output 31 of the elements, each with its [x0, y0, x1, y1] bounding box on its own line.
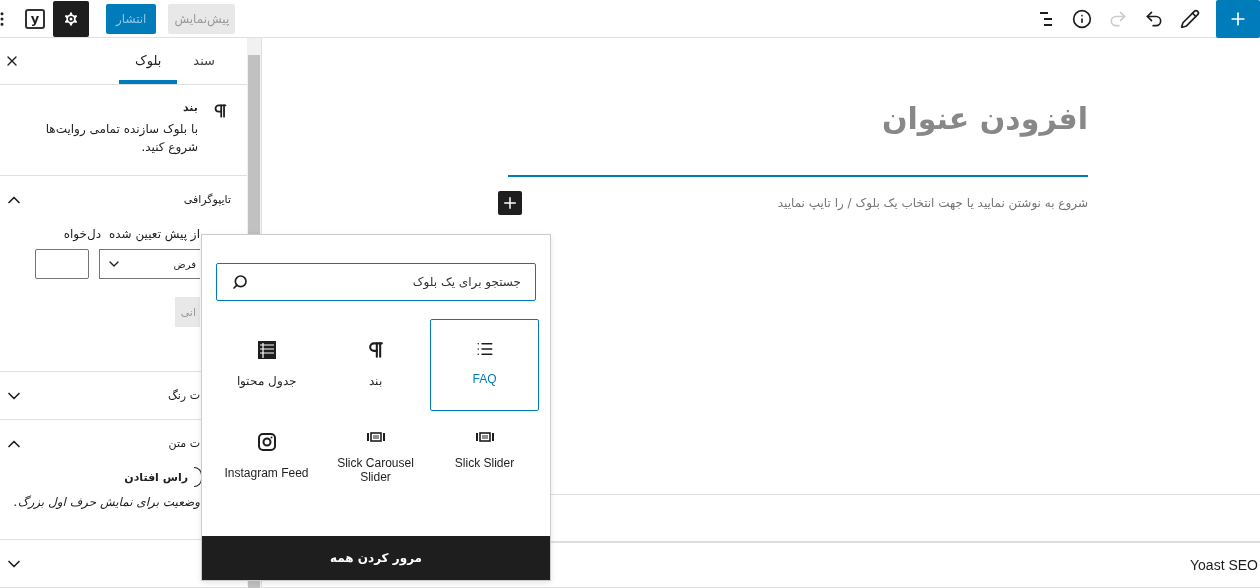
add-block-button[interactable] — [498, 191, 522, 215]
help-text: وضعیت برای نمایش حرف اول بزرگ. — [12, 495, 200, 511]
block-title: بند — [182, 100, 198, 114]
pencil-icon — [1180, 8, 1200, 29]
browse-all-button[interactable]: مرور کردن همه — [202, 536, 550, 580]
block-item[interactable]: FAQ — [430, 319, 539, 411]
title-placeholder[interactable]: افزودن عنوان — [508, 96, 1088, 177]
undo-icon — [1144, 8, 1164, 29]
search-icon — [232, 274, 248, 290]
panel-header[interactable]: تایپوگرافی — [0, 176, 247, 223]
toggle-label: راس افتادن — [124, 470, 188, 484]
list-icon — [475, 340, 494, 358]
sidebar-tab[interactable]: بلوک — [119, 38, 178, 84]
size-select[interactable]: فرض — [99, 249, 200, 279]
custom-label: دل‌خواه — [63, 227, 101, 241]
gear-icon — [62, 9, 80, 28]
size-input[interactable] — [35, 249, 89, 279]
paragraph-placeholder[interactable]: شروع به نوشتن نمایید یا جهت انتخاب یک بلوک / را تایپ نمایید — [777, 196, 1088, 210]
settings-button[interactable] — [53, 0, 89, 37]
redo-icon — [1108, 8, 1128, 29]
slides-icon — [366, 432, 385, 442]
plus-icon — [501, 194, 519, 212]
block-description: با بلوک سازنده تمامی روایت‌ها شروع کنید. — [44, 120, 198, 156]
camera-icon — [256, 432, 277, 452]
table-icon — [256, 340, 277, 360]
sidebar-tab[interactable]: سند — [177, 38, 231, 84]
info-icon — [1072, 8, 1092, 29]
yoast-logo[interactable]: y — [25, 8, 45, 29]
slides-icon — [475, 432, 494, 442]
size-label: از پیش تعیین شده — [109, 227, 200, 241]
search-field[interactable]: جستجو برای یک بلوک — [216, 263, 536, 301]
